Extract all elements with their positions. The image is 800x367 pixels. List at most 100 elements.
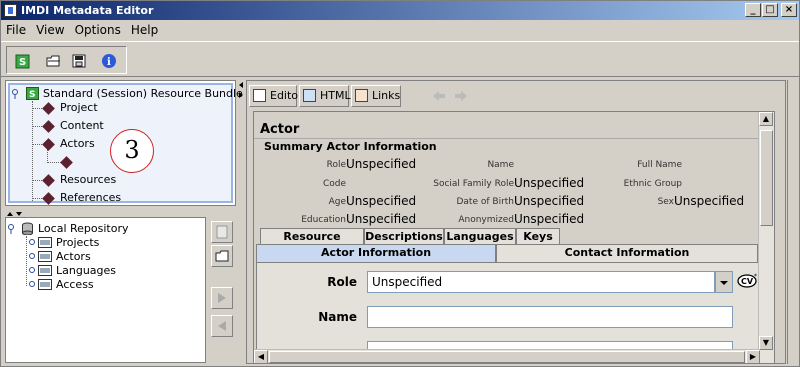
tree-line: [32, 108, 42, 109]
document-icon: [253, 89, 266, 102]
vertical-scroll-thumb[interactable]: [760, 130, 773, 226]
folder-expander-icon[interactable]: [28, 265, 36, 278]
editor-panel: Editor HTML Links Actor Summary Actor In…: [246, 80, 786, 364]
tree-expander-icon[interactable]: [12, 87, 22, 102]
name-field[interactable]: [367, 306, 733, 328]
references-node-icon: [42, 192, 55, 205]
actor-editor: Actor Summary Actor Information Role Uns…: [253, 111, 775, 364]
summary-age-label: Age: [328, 197, 346, 207]
repository-root-label[interactable]: Local Repository: [38, 222, 129, 235]
session-tree-panel: S Standard (Session) Resource Bundle Pro…: [5, 80, 243, 206]
menu-bar: File View Options Help: [1, 20, 799, 40]
scroll-down-button[interactable]: ▼: [759, 336, 773, 350]
editor-horizontal-scrollbar[interactable]: ◀ ▶: [254, 349, 760, 363]
folder-icon: [38, 251, 52, 265]
new-repository-button[interactable]: [211, 221, 233, 243]
repo-item-access[interactable]: Access: [56, 278, 94, 291]
summary-education-value: Unspecified: [346, 212, 417, 226]
tree-root-label[interactable]: Standard (Session) Resource Bundle: [43, 87, 243, 100]
tab-html-label: HTML: [320, 89, 351, 102]
open-repository-button[interactable]: [211, 245, 233, 267]
tree-item-project[interactable]: Project: [60, 101, 98, 114]
tab-contact-information[interactable]: Contact Information: [496, 244, 758, 262]
forward-arrow-icon[interactable]: [453, 89, 469, 106]
tree-line: [32, 198, 42, 199]
repo-item-languages[interactable]: Languages: [56, 264, 116, 277]
close-button[interactable]: ×: [781, 3, 797, 17]
tab-links-label: Links: [372, 89, 401, 102]
summary-anonymized-label: Anonymized: [458, 215, 514, 225]
menu-help[interactable]: Help: [126, 20, 163, 40]
actors-node-icon: [42, 138, 55, 151]
save-icon[interactable]: [71, 53, 87, 69]
role-field[interactable]: Unspecified: [367, 271, 715, 293]
summary-ethnic-label: Ethnic Group: [623, 179, 682, 189]
repo-item-actors[interactable]: Actors: [56, 250, 91, 263]
cv-asterisk: *: [754, 273, 757, 280]
menu-file[interactable]: File: [1, 20, 31, 40]
toolbar-group: S i: [6, 46, 127, 74]
tab-html[interactable]: HTML: [299, 85, 351, 107]
repo-item-projects[interactable]: Projects: [56, 236, 99, 249]
summary-family-label: Social Family Role: [433, 179, 514, 189]
actor-node-icon[interactable]: [60, 156, 73, 169]
info-icon[interactable]: i: [101, 53, 117, 69]
minimize-button[interactable]: _: [745, 3, 761, 17]
project-node-icon: [42, 102, 55, 115]
role-dropdown-button[interactable]: [715, 271, 733, 293]
annotation-badge: 3: [110, 129, 154, 173]
summary-name-label: Name: [487, 160, 514, 170]
scroll-left-button[interactable]: ◀: [254, 350, 268, 363]
summary-role-value: Unspecified: [346, 157, 417, 171]
maximize-button[interactable]: □: [762, 3, 778, 17]
scroll-up-button[interactable]: ▲: [759, 112, 773, 126]
menu-options[interactable]: Options: [70, 20, 126, 40]
window-title: IMDI Metadata Editor: [21, 4, 154, 17]
session-icon[interactable]: S: [15, 53, 31, 69]
summary-age-value: Unspecified: [346, 194, 417, 208]
tree-expander-icon[interactable]: [8, 222, 18, 237]
svg-text:S: S: [29, 90, 35, 100]
folder-expander-icon[interactable]: [28, 251, 36, 264]
summary-role-label: Role: [326, 160, 346, 170]
tab-actor-information[interactable]: Actor Information: [256, 244, 496, 262]
tree-line: [32, 180, 42, 181]
actor-info-form: Role Unspecified CV * Name: [256, 262, 759, 351]
role-field-label: Role: [327, 275, 357, 289]
summary-dob-value: Unspecified: [514, 194, 585, 208]
tab-editor[interactable]: Editor: [249, 85, 303, 107]
editor-vertical-scrollbar[interactable]: ▲ ▼: [758, 112, 774, 363]
tree-item-resources[interactable]: Resources: [60, 173, 116, 186]
horizontal-splitter[interactable]: [5, 208, 236, 216]
repository-tree-panel: Local Repository Projects Actors Languag…: [5, 217, 206, 363]
menu-view[interactable]: View: [31, 20, 69, 40]
tree-line: [32, 126, 42, 127]
summary-anonymized-value: Unspecified: [514, 212, 585, 226]
summary-dob-label: Date of Birth: [456, 197, 514, 207]
controlled-vocabulary-icon[interactable]: CV *: [737, 273, 759, 292]
tree-line: [26, 236, 27, 286]
move-left-button[interactable]: [211, 315, 233, 337]
database-icon: [21, 222, 34, 238]
vertical-splitter[interactable]: [237, 80, 245, 364]
svg-text:S: S: [19, 57, 26, 68]
summary-fullname-label: Full Name: [637, 160, 682, 170]
scroll-right-button[interactable]: ▶: [746, 350, 760, 363]
summary-code-label: Code: [322, 179, 346, 189]
tree-item-actors[interactable]: Actors: [60, 137, 95, 150]
divider: [254, 138, 759, 139]
tree-item-content[interactable]: Content: [60, 119, 104, 132]
folder-expander-icon[interactable]: [28, 237, 36, 250]
summary-education-label: Education: [301, 215, 346, 225]
move-right-button[interactable]: [211, 287, 233, 309]
tab-links[interactable]: Links: [351, 85, 401, 107]
name-field-label: Name: [318, 310, 357, 324]
tree-item-references[interactable]: References: [60, 191, 121, 204]
open-icon[interactable]: [45, 53, 61, 69]
editor-title: Actor: [260, 122, 300, 137]
back-arrow-icon[interactable]: [431, 89, 447, 106]
horizontal-scroll-thumb[interactable]: [269, 351, 745, 363]
folder-expander-icon[interactable]: [28, 279, 36, 292]
resources-node-icon: [42, 174, 55, 187]
folder-icon: [38, 265, 52, 279]
